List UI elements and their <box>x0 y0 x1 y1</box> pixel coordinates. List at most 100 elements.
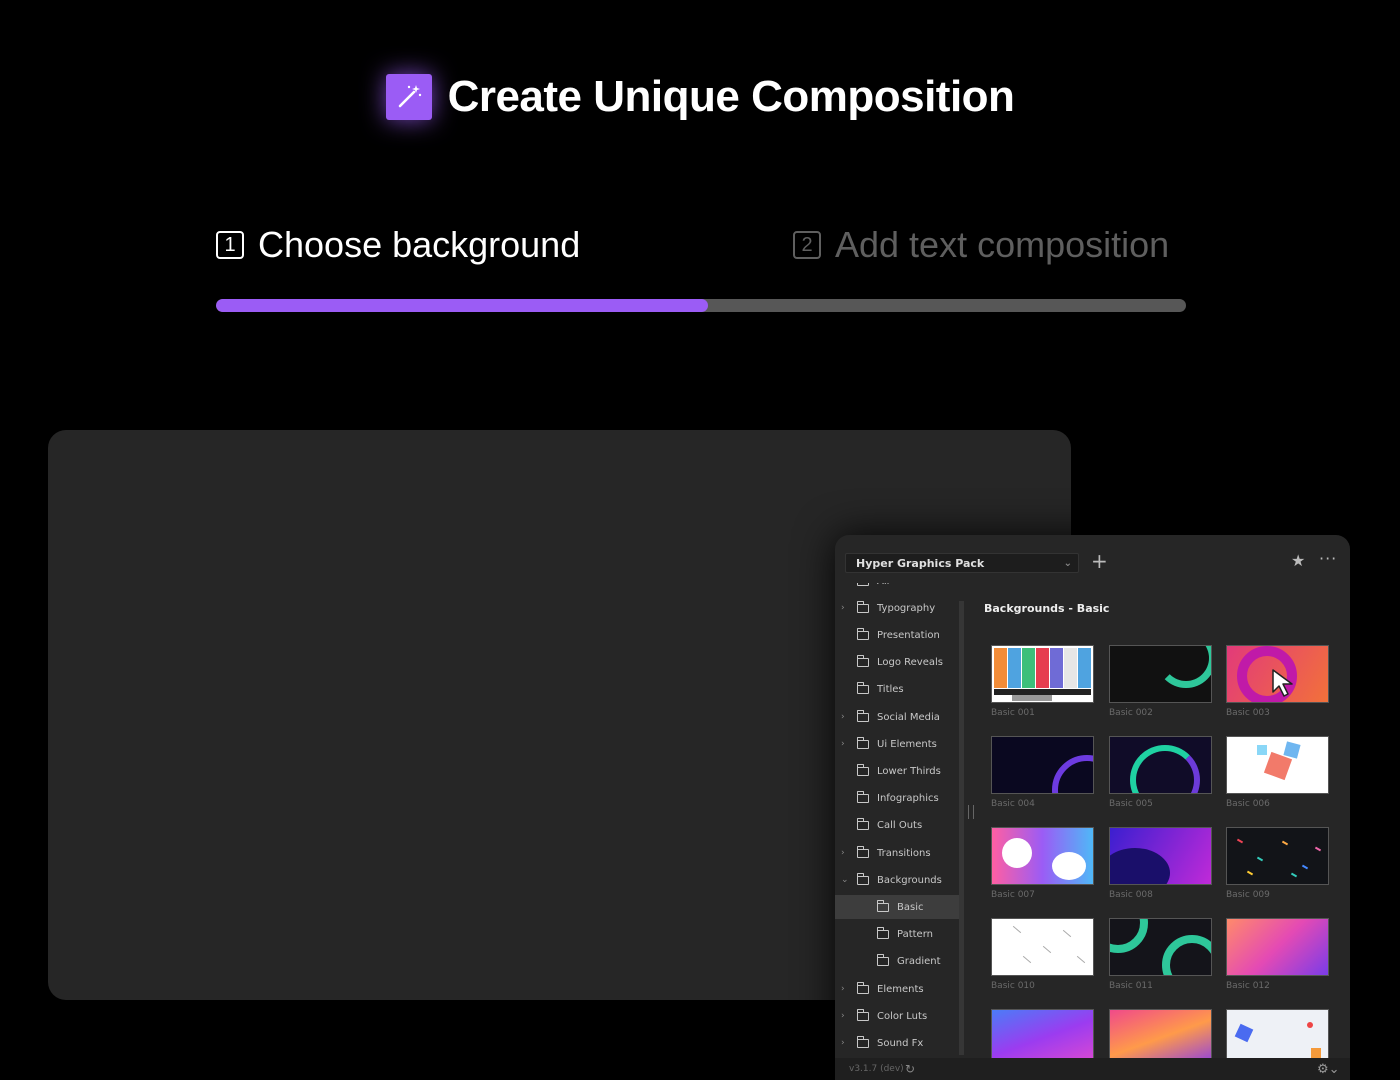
page-header: Create Unique Composition <box>0 72 1400 122</box>
thumbnail-preview <box>991 918 1094 976</box>
thumbnail-preview <box>1226 918 1329 976</box>
step-add-text-composition[interactable]: 2 Add text composition <box>793 224 1169 266</box>
folder-icon <box>857 583 869 586</box>
thumbnail-label: Basic 002 <box>1109 708 1153 718</box>
thumbnail-card[interactable]: Basic 004 <box>991 736 1094 809</box>
chevron-down-icon: ⌄ <box>1063 557 1072 569</box>
tree-item-pattern[interactable]: Pattern <box>835 923 959 947</box>
chevron-right-icon[interactable]: › <box>841 739 845 749</box>
thumbnail-card[interactable]: Basic 008 <box>1109 827 1212 900</box>
magic-wand-icon <box>385 74 432 120</box>
tree-scrollbar[interactable] <box>959 601 964 1055</box>
thumbnail-card[interactable]: Basic 005 <box>1109 736 1212 809</box>
tree-item-social-media[interactable]: › Social Media <box>835 705 959 729</box>
thumbnail-card[interactable]: Basic 002 <box>1109 645 1212 718</box>
folder-icon <box>857 872 869 885</box>
step-label-2: Add text composition <box>835 224 1170 265</box>
version-label: v3.1.7 (dev) <box>849 1064 904 1074</box>
folder-icon <box>857 845 869 858</box>
tree-item-basic[interactable]: Basic <box>835 895 959 920</box>
thumbnail-label: Basic 001 <box>991 708 1035 718</box>
section-title: Backgrounds - Basic <box>984 602 1110 615</box>
panel-splitter-handle[interactable] <box>968 805 974 819</box>
thumbnail-label: Basic 011 <box>1109 981 1153 991</box>
panel-toolbar: Hyper Graphics Pack ⌄ + ★ ··· <box>835 535 1350 583</box>
folder-icon <box>857 627 869 640</box>
tree-item-gradient[interactable]: Gradient <box>835 950 959 974</box>
chevron-right-icon[interactable]: › <box>841 712 845 722</box>
chevron-right-icon[interactable]: › <box>841 1038 845 1048</box>
tree-item-call-outs[interactable]: Call Outs <box>835 814 959 838</box>
folder-icon <box>877 927 889 940</box>
tree-item-label: Lower Thirds <box>877 765 941 777</box>
thumbnail-label: Basic 012 <box>1226 981 1270 991</box>
folder-icon <box>857 736 869 749</box>
thumbnail-card[interactable]: Basic 007 <box>991 827 1094 900</box>
folder-icon <box>857 763 869 776</box>
folder-icon <box>857 818 869 831</box>
tree-item-typography[interactable]: › Typography <box>835 596 959 620</box>
thumbnail-card[interactable]: Basic 011 <box>1109 918 1212 991</box>
thumbnail-preview <box>1109 736 1212 794</box>
thumbnail-card[interactable]: Basic 006 <box>1226 736 1329 809</box>
tree-item-logo-reveals[interactable]: Logo Reveals <box>835 651 959 675</box>
tree-item-label: Ui Elements <box>877 738 937 750</box>
tree-item-titles[interactable]: Titles <box>835 678 959 702</box>
folder-icon <box>857 791 869 804</box>
tree-item-elements[interactable]: › Elements <box>835 977 959 1001</box>
chevron-right-icon[interactable]: › <box>841 1011 845 1021</box>
page-title: Create Unique Composition <box>447 72 1015 121</box>
folder-icon <box>877 954 889 967</box>
tree-item-label: Color Luts <box>877 1010 928 1022</box>
pack-select-dropdown[interactable]: Hyper Graphics Pack ⌄ <box>845 553 1079 573</box>
refresh-icon[interactable]: ↻ <box>905 1062 915 1076</box>
thumbnail-label: Basic 007 <box>991 890 1035 900</box>
tree-item-label: Elements <box>877 983 924 995</box>
tree-item-sound-fx[interactable]: › Sound Fx <box>835 1031 959 1055</box>
thumbnail-label: Basic 004 <box>991 799 1035 809</box>
thumbnail-label: Basic 003 <box>1226 708 1270 718</box>
tree-item-label: Infographics <box>877 793 939 805</box>
tree-item-backgrounds[interactable]: ⌄ Backgrounds <box>835 868 959 892</box>
tree-item-transitions[interactable]: › Transitions <box>835 841 959 865</box>
folder-icon <box>857 682 869 695</box>
thumbnail-card[interactable]: Basic 003 <box>1226 645 1329 718</box>
chevron-right-icon[interactable]: › <box>841 603 845 613</box>
category-tree: All › Typography Presentation Logo Reveals Ti… <box>835 583 959 1063</box>
step-label-1: Choose background <box>258 224 581 265</box>
thumbnail-preview <box>991 736 1094 794</box>
tree-item-label: Sound Fx <box>877 1037 924 1049</box>
chevron-right-icon[interactable]: › <box>841 848 845 858</box>
more-options-icon[interactable]: ··· <box>1319 549 1337 568</box>
tree-item-label: Call Outs <box>877 820 923 832</box>
tree-item-lower-thirds[interactable]: Lower Thirds <box>835 759 959 783</box>
thumbnail-card[interactable]: Basic 001 <box>991 645 1094 718</box>
add-icon[interactable]: + <box>1091 550 1108 572</box>
tree-item-label: Logo Reveals <box>877 657 943 669</box>
tree-item-label: Backgrounds <box>877 874 942 886</box>
tree-item-label: Social Media <box>877 711 940 723</box>
tree-item-color-luts[interactable]: › Color Luts <box>835 1004 959 1028</box>
thumbnail-preview <box>1109 918 1212 976</box>
star-icon[interactable]: ★ <box>1291 551 1305 570</box>
settings-gear-icon[interactable]: ⚙⌄ <box>1317 1062 1340 1077</box>
tree-item-label: Typography <box>877 602 936 614</box>
tree-item-ui-elements[interactable]: › Ui Elements <box>835 732 959 756</box>
thumbnail-card[interactable]: Basic 012 <box>1226 918 1329 991</box>
chevron-down-icon[interactable]: ⌄ <box>841 875 849 885</box>
folder-icon <box>857 1035 869 1048</box>
thumbnail-card[interactable]: Basic 010 <box>991 918 1094 991</box>
thumbnail-preview <box>1109 645 1212 703</box>
thumbnail-card[interactable]: Basic 009 <box>1226 827 1329 900</box>
tree-item-label: Gradient <box>897 956 941 968</box>
tree-item-presentation[interactable]: Presentation <box>835 623 959 647</box>
step-choose-background[interactable]: 1 Choose background <box>216 224 580 266</box>
extension-panel: Hyper Graphics Pack ⌄ + ★ ··· All › Typogr… <box>835 535 1350 1080</box>
folder-icon <box>857 709 869 722</box>
chevron-right-icon[interactable]: › <box>841 984 845 994</box>
tree-item-infographics[interactable]: Infographics <box>835 787 959 811</box>
tree-item-all[interactable]: All <box>835 583 959 593</box>
pack-select-value: Hyper Graphics Pack <box>856 556 985 570</box>
folder-icon <box>857 600 869 613</box>
step-number-2: 2 <box>793 231 821 259</box>
